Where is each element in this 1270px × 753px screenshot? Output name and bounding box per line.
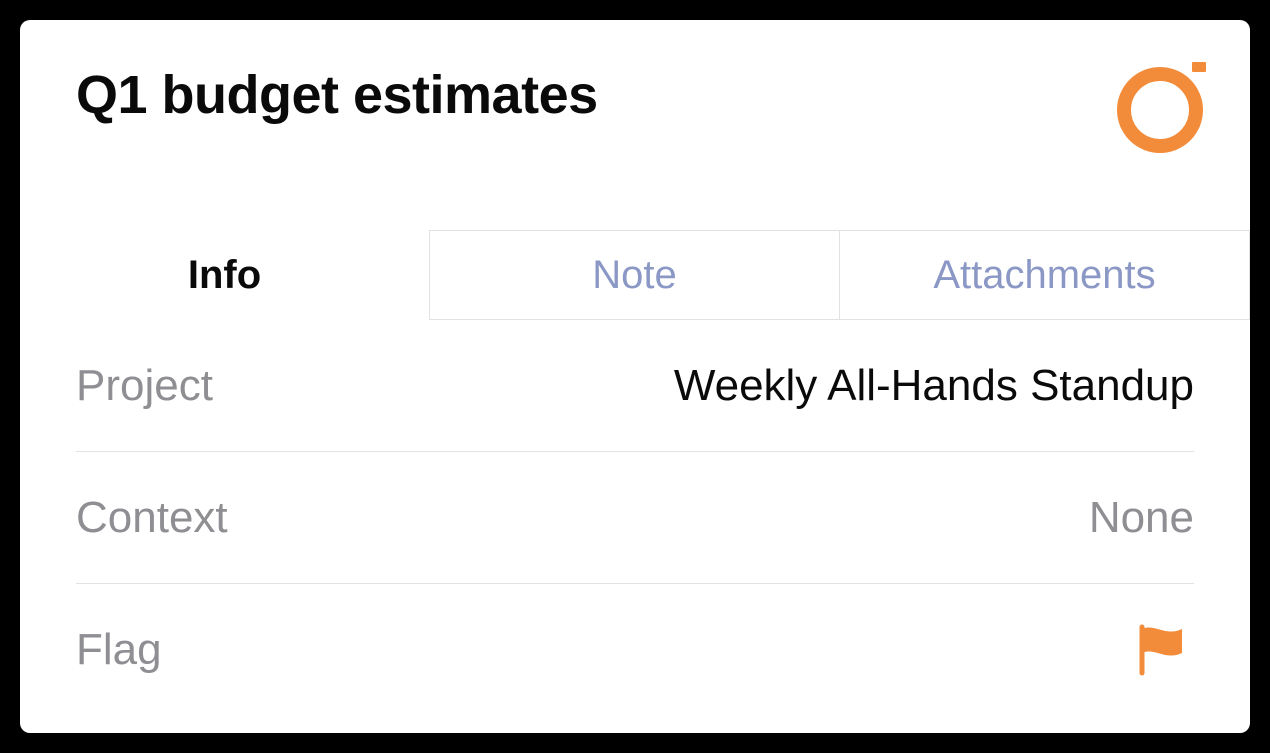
- row-project[interactable]: Project Weekly All-Hands Standup: [76, 320, 1194, 452]
- project-value: Weekly All-Hands Standup: [674, 361, 1194, 411]
- tab-attachments[interactable]: Attachments: [839, 230, 1250, 320]
- status-circle-icon[interactable]: [1110, 54, 1210, 159]
- flag-icon[interactable]: [1132, 621, 1194, 679]
- task-detail-panel: Q1 budget estimates Info Note Attachment…: [20, 20, 1250, 733]
- flag-label: Flag: [76, 625, 162, 675]
- tabs: Info Note Attachments: [20, 230, 1250, 320]
- row-context[interactable]: Context None: [76, 452, 1194, 584]
- tab-note[interactable]: Note: [429, 230, 839, 320]
- task-title[interactable]: Q1 budget estimates: [76, 64, 1194, 126]
- info-rows: Project Weekly All-Hands Standup Context…: [20, 320, 1250, 716]
- tab-info[interactable]: Info: [20, 230, 429, 320]
- header: Q1 budget estimates: [20, 20, 1250, 230]
- row-flag[interactable]: Flag: [76, 584, 1194, 716]
- context-value: None: [1089, 493, 1194, 543]
- context-label: Context: [76, 493, 228, 543]
- project-label: Project: [76, 361, 213, 411]
